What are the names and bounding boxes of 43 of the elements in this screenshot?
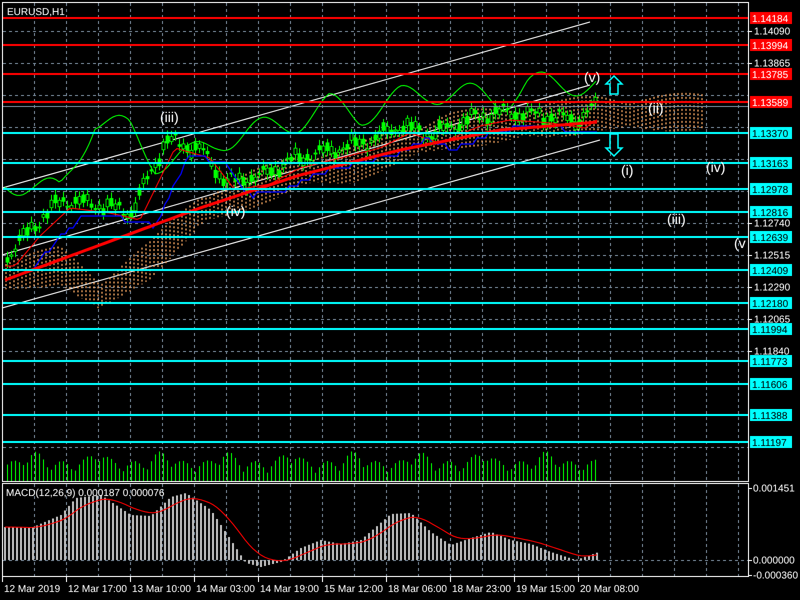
time-axis-label: 18 Mar 23:00 [452, 584, 511, 595]
macd-axis-label: -0.000360 [753, 570, 798, 582]
time-axis-label: 14 Mar 19:00 [260, 584, 319, 595]
price-axis-label: 1.11840 [754, 346, 790, 358]
price-label: 1.13370 [750, 127, 792, 140]
price-axis-label: 1.13865 [754, 58, 790, 70]
price-axis-label: 1.12290 [754, 282, 790, 294]
price-label: 1.12409 [750, 264, 792, 277]
price-label: 1.11197 [750, 436, 792, 449]
price-label: 1.14184 [750, 12, 792, 25]
wave-label: (iii) [160, 109, 179, 125]
price-label: 1.12639 [750, 231, 792, 244]
price-label: 1.11606 [750, 378, 792, 391]
wave-label: (iii) [667, 211, 686, 227]
price-label: 1.13785 [750, 68, 792, 81]
time-axis-label: 12 Mar 2019 [4, 584, 60, 595]
price-axis-label: 1.12065 [754, 314, 790, 326]
wave-label: (iv) [706, 159, 726, 175]
price-label: 1.12180 [750, 297, 792, 310]
price-label: 1.11388 [750, 409, 792, 422]
macd-title: MACD(12,26,9) 0.000187 0.000076 [6, 488, 164, 499]
price-label: 1.12978 [750, 183, 792, 196]
price-label: 1.13994 [750, 39, 792, 52]
time-axis-label: 19 Mar 15:00 [516, 584, 575, 595]
macd-axis-label: 0.001451 [753, 484, 795, 494]
time-axis-label: 12 Mar 17:00 [68, 584, 127, 595]
price-axis-label: 1.12515 [754, 250, 790, 262]
price-label: 1.11994 [750, 323, 792, 336]
price-label: 1.12816 [750, 206, 792, 219]
time-axis-label: 15 Mar 12:00 [324, 584, 383, 595]
time-axis-label: 20 Mar 08:00 [580, 584, 639, 595]
time-axis-label: 18 Mar 06:00 [388, 584, 447, 595]
price-label: 1.13589 [750, 96, 792, 109]
price-label: 1.11773 [750, 355, 792, 368]
price-label: 1.13163 [750, 157, 792, 170]
wave-label: (i) [621, 162, 634, 178]
price-axis-label: 1.12740 [754, 218, 790, 230]
time-axis-label: 13 Mar 10:00 [132, 584, 191, 595]
macd-axis-label: 0.000000 [753, 556, 795, 566]
price-axis-label: 1.14090 [754, 26, 790, 38]
wave-label: (v [734, 235, 746, 251]
chart-title: EURUSD,H1 [7, 7, 65, 18]
time-axis-label: 14 Mar 03:00 [196, 584, 255, 595]
